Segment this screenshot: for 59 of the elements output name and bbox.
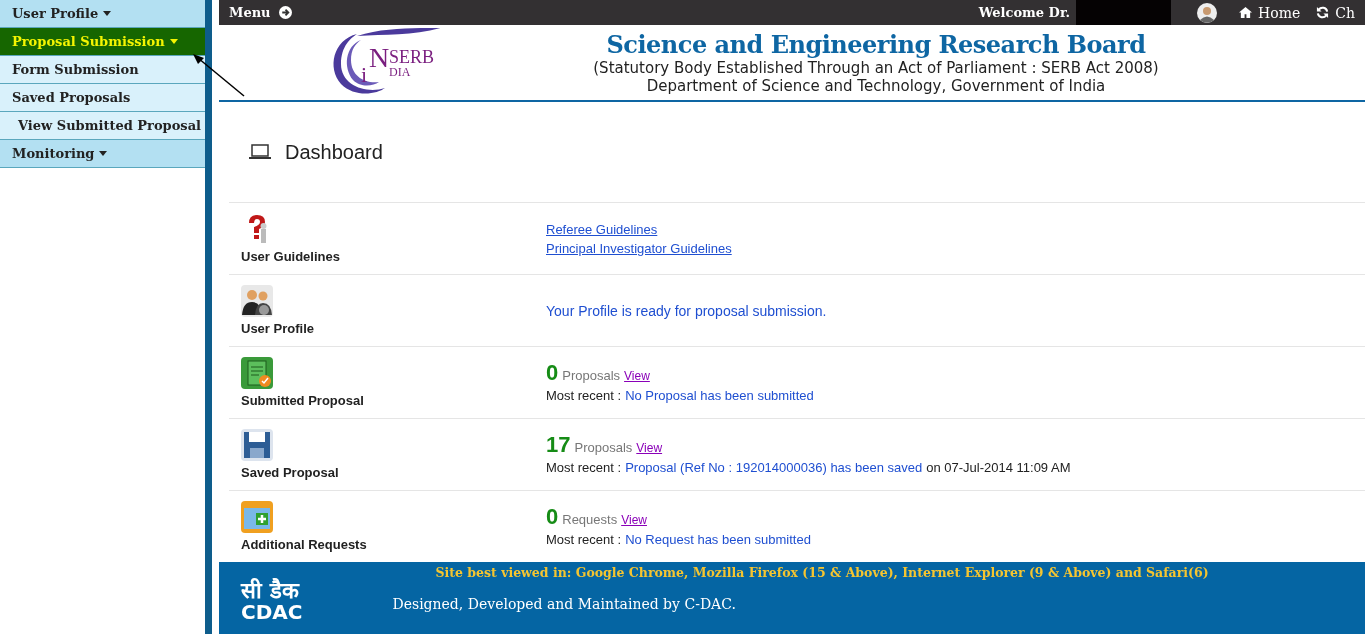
caret-icon	[99, 151, 108, 156]
logo-text: CDAC	[241, 602, 303, 622]
welcome-text: Welcome Dr.	[978, 5, 1071, 20]
browser-notice: Site best viewed in: Google Chrome, Mozilla Firefox (15 & Above), Internet Explorer (9 & Above) and Safari(6)	[434, 564, 1210, 580]
site-subtitle: (Statutory Body Established Through an Act of Parliament : SERB Act 2008)	[593, 59, 1159, 77]
count-unit: Proposals	[574, 440, 633, 455]
logo-text: SERB	[389, 47, 435, 66]
logo-text: i	[361, 63, 368, 86]
recent-text: Proposal (Ref No : 192014000036) has been saved	[625, 460, 923, 475]
guideline-link[interactable]: Principal Investigator Guidelines	[546, 240, 732, 256]
logo-text: N	[369, 43, 390, 72]
recent-label: Most recent :	[546, 388, 622, 403]
row-label: Saved Proposal	[241, 465, 340, 480]
row-label: Additional Requests	[241, 537, 368, 552]
arrow	[190, 52, 246, 98]
status-message: Your Profile is ready for proposal submission.	[546, 302, 828, 319]
recent-label: Most recent :	[546, 460, 622, 475]
folder-add-icon	[241, 501, 273, 533]
count-unit: Proposals	[562, 368, 621, 383]
site-title: Science and Engineering Research Board	[606, 30, 1146, 59]
recent-date: on 07-Jul-2014 11:09 AM	[926, 460, 1071, 475]
nav-link[interactable]: Home	[1239, 4, 1301, 21]
row-label: Submitted Proposal	[241, 393, 365, 408]
refresh-icon	[1316, 6, 1330, 19]
home-icon	[1239, 6, 1253, 19]
menu-button[interactable]: Menu	[229, 5, 292, 20]
credit-text: Designed, Developed and Maintained by C-DAC.	[392, 596, 736, 612]
sidebar-item[interactable]: View Submitted Proposal	[0, 112, 205, 140]
caret-icon	[169, 39, 178, 44]
arrow-circle-icon	[278, 6, 292, 19]
laptop-icon	[249, 144, 271, 160]
sidebar-item[interactable]: Monitoring	[0, 140, 205, 168]
logo-text: DIA	[389, 65, 411, 78]
avatar-icon	[1197, 2, 1218, 23]
sidebar-item[interactable]: Form Submission	[0, 56, 205, 84]
department-text: Department of Science and Technology, Government of India	[646, 77, 1106, 95]
row-label: User Guidelines	[241, 249, 341, 264]
view-link[interactable]: View	[624, 369, 650, 383]
count-number: 0	[546, 506, 559, 528]
recent-label: Most recent :	[546, 532, 622, 547]
sidebar-item[interactable]: User Profile	[0, 0, 205, 28]
count-unit: Requests	[562, 512, 618, 527]
recent-text: No Request has been submitted	[625, 532, 811, 547]
count-number: 0	[546, 362, 559, 384]
recent-text: No Proposal has been submitted	[625, 388, 814, 403]
view-link[interactable]: View	[621, 513, 647, 527]
guideline-link[interactable]: Referee Guidelines	[546, 221, 658, 237]
floppy-disk-icon	[241, 429, 273, 461]
sidebar-item[interactable]: Proposal Submission	[0, 28, 205, 56]
nav-link[interactable]: Ch	[1316, 4, 1355, 21]
page-title: Dashboard	[285, 140, 383, 164]
row-label: User Profile	[241, 321, 315, 336]
sidebar-item[interactable]: Saved Proposals	[0, 84, 205, 112]
caret-icon	[103, 11, 112, 16]
users-icon	[241, 285, 273, 317]
count-number: 17	[546, 434, 571, 456]
logo-text: सी डैक	[241, 580, 301, 602]
view-link[interactable]: View	[636, 441, 663, 455]
clipboard-icon	[241, 357, 273, 389]
